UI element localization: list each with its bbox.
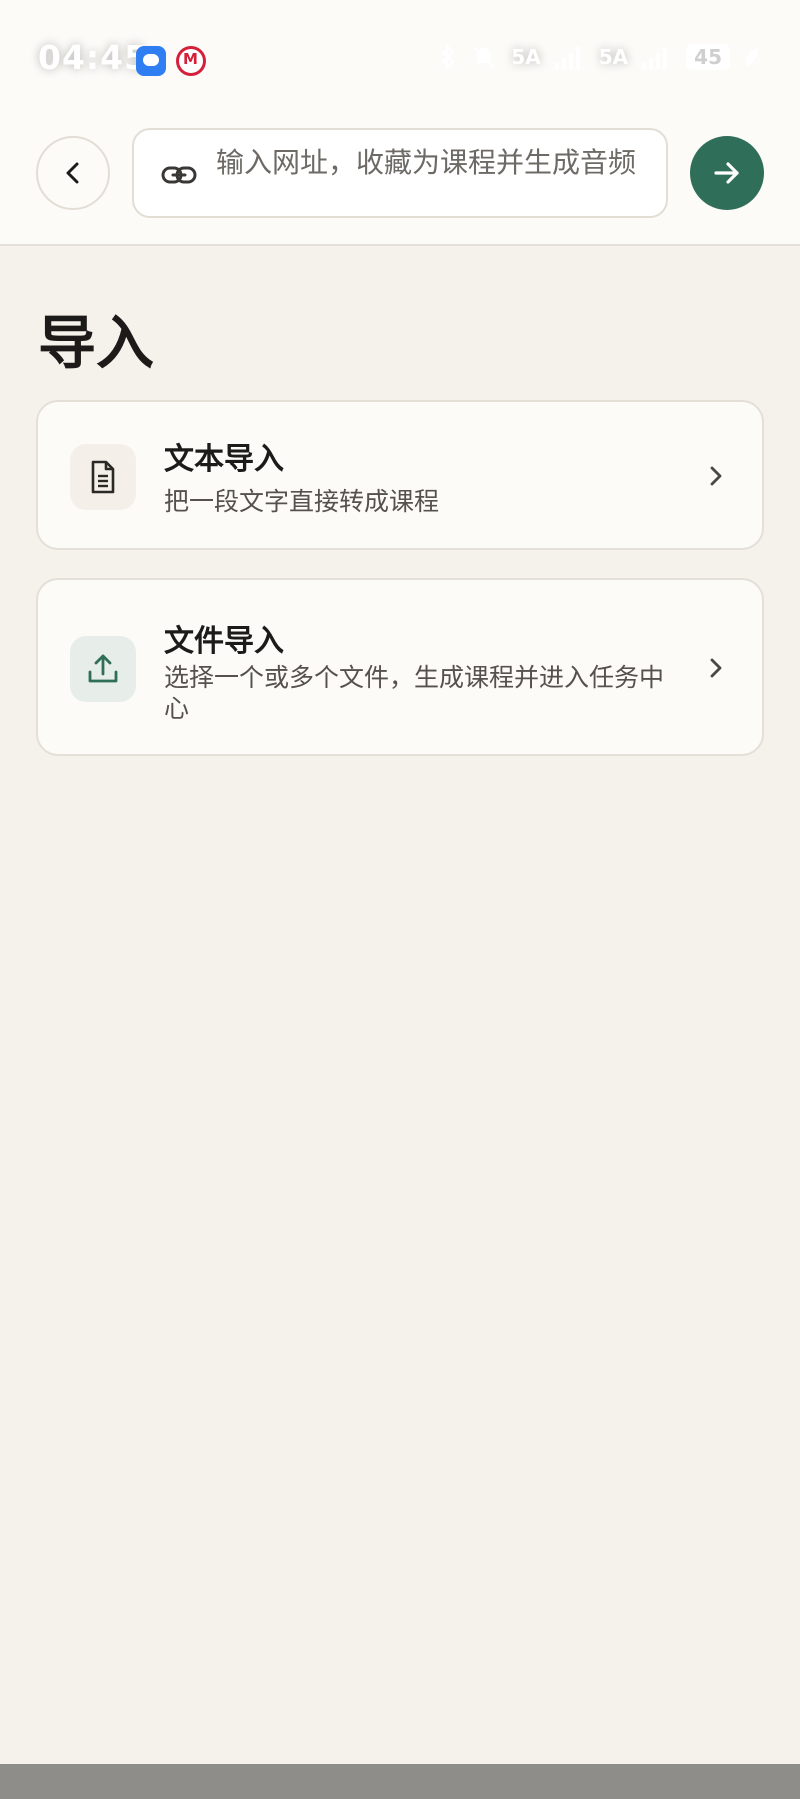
link-icon [161,166,197,184]
file-import-description: 选择一个或多个文件，生成课程并进入任务中心 [164,663,665,723]
chevron-left-icon [66,162,79,184]
top-bar: 输入网址，收藏为课程并生成音频 [0,118,800,246]
file-import-card[interactable]: 文件导入 选择一个或多个文件，生成课程并进入任务中心 [36,578,764,756]
chevron-right-icon [710,658,722,678]
signal-label-1: 5A [511,45,541,69]
bank-app-icon [176,46,206,76]
navigation-bar [0,1764,800,1799]
back-button[interactable] [36,136,110,210]
document-icon [70,444,136,510]
chevron-right-icon [710,466,722,486]
signal-icon-2 [642,47,668,69]
status-time: 04:45 [38,38,149,77]
signal-icon [554,47,580,69]
arrow-right-icon [714,162,739,184]
file-import-title: 文件导入 [164,624,284,659]
leaf-icon [746,48,758,66]
submit-url-button[interactable] [690,136,764,210]
battery-icon: 45 [686,44,730,70]
text-import-card[interactable]: 文本导入 把一段文字直接转成课程 [36,400,764,550]
bell-muted-icon [473,46,496,68]
status-bar: 04:45 5A 5A 45 [0,0,800,118]
signal-label-2: 5A [598,45,629,69]
url-placeholder: 输入网址，收藏为课程并生成音频 [216,146,637,179]
message-app-icon [136,46,166,76]
url-input[interactable]: 输入网址，收藏为课程并生成音频 [132,128,668,218]
bluetooth-icon [441,44,456,70]
upload-icon [70,636,136,702]
page-title: 导入 [38,309,155,377]
status-indicators: 5A 5A 45 [439,44,760,70]
text-import-description: 把一段文字直接转成课程 [164,487,440,516]
text-import-title: 文本导入 [164,442,284,477]
